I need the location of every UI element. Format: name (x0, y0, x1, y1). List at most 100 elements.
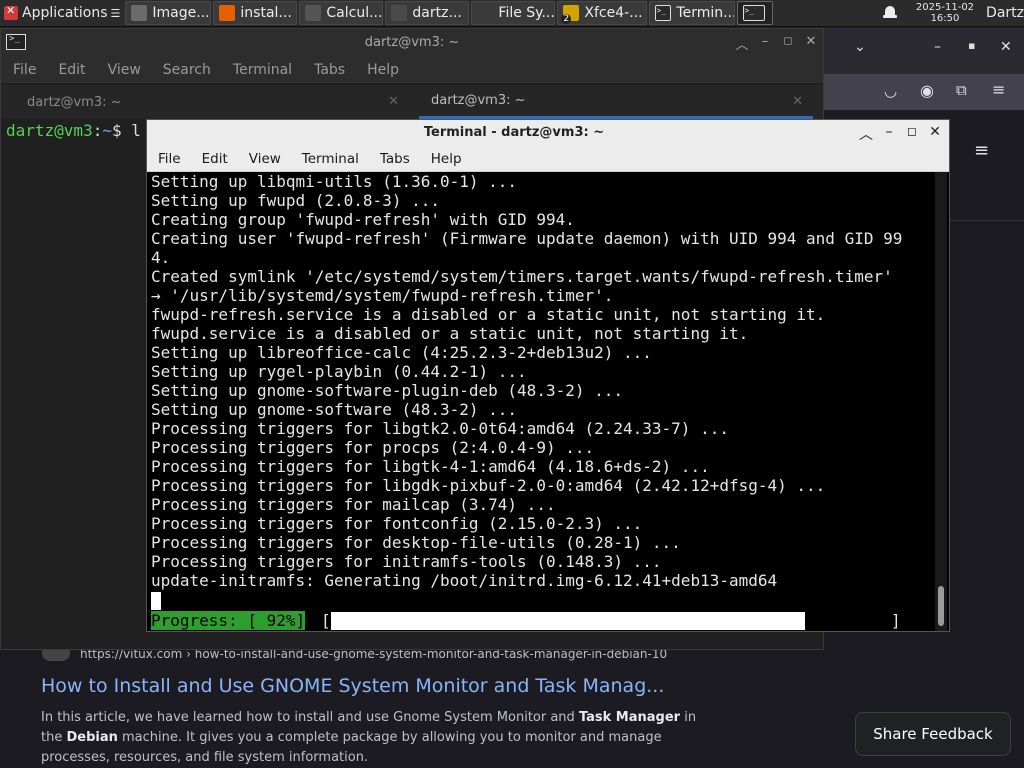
image-viewer-icon (131, 5, 148, 21)
tab-1[interactable]: dartz@vm3: ~ ✕ (1, 85, 409, 119)
output-line: Setting up fwupd (2.0.8-3) ... (151, 191, 440, 210)
tab-2[interactable]: dartz@vm3: ~ ✕ (419, 85, 813, 119)
notification-bell-icon[interactable] (882, 5, 898, 21)
star-badge-icon: 2 (561, 5, 580, 24)
clock[interactable]: 2025-11-02 16:50 (916, 2, 974, 24)
taskbar-label: dartz... (412, 5, 462, 21)
output-line: Setting up libreoffice-calc (4:25.2.3-2+… (151, 343, 652, 362)
menu-file[interactable]: File (1, 62, 46, 78)
top-panel: Applications ☰ Image... instal... Calcul..… (0, 0, 1024, 27)
search-result-title[interactable]: How to Install and Use GNOME System Moni… (41, 675, 664, 697)
menu-terminal[interactable]: Terminal (221, 62, 302, 78)
task-count-badge: 2 (561, 14, 572, 24)
menu-tabs[interactable]: Tabs (302, 62, 355, 78)
window-title: dartz@vm3: ~ (364, 35, 460, 50)
output-line: Setting up gnome-software-plugin-deb (48… (151, 381, 624, 400)
shade-icon[interactable]: ︿ (857, 124, 875, 144)
taskbar-button[interactable]: dartz... (385, 1, 470, 25)
menu-edit[interactable]: Edit (46, 62, 95, 78)
taskbar-button[interactable]: >_ (737, 1, 774, 25)
clock-time: 16:50 (930, 13, 960, 24)
progress-row: Progress: [ 92%] [ ] (151, 611, 931, 630)
terminal-output[interactable]: Setting up libqmi-utils (1.36.0-1) ... Se… (147, 172, 933, 631)
taskbar-button[interactable]: >_ Termin... (649, 1, 736, 25)
applications-icon (4, 4, 18, 20)
shade-icon[interactable]: ︿ (734, 34, 750, 53)
taskbar-button[interactable]: Image... (125, 1, 212, 25)
snippet-text: machine. It gives you a complete package… (41, 730, 662, 765)
share-feedback-button[interactable]: Share Feedback (855, 712, 1011, 756)
text-cursor (151, 592, 161, 610)
menu-bar: File Edit View Terminal Tabs Help (147, 146, 949, 172)
system-tray: 2025-11-02 16:50 Dartz (882, 0, 1024, 26)
prompt-user: dartz@vm3 (6, 121, 93, 140)
menu-bar: File Edit View Search Terminal Tabs Help (1, 57, 823, 83)
menu-edit[interactable]: Edit (191, 151, 238, 167)
pocket-icon[interactable]: ◡ (884, 82, 897, 100)
user-menu[interactable]: Dartz (986, 5, 1024, 21)
output-lines: Setting up libqmi-utils (1.36.0-1) ... Se… (151, 172, 902, 590)
menu-view[interactable]: View (96, 62, 151, 78)
snippet-text: In this article, we have learned how to … (41, 710, 579, 725)
hamburger-menu-icon[interactable]: ≡ (974, 140, 989, 161)
applications-menu[interactable]: Applications ☰ (0, 0, 122, 26)
taskbar-label: Calcul... (326, 5, 383, 21)
taskbar-button[interactable]: File Sy... (471, 1, 556, 25)
prompt-sep: : (92, 121, 103, 140)
task-list: Image... instal... Calcul... dartz... File S… (124, 1, 774, 25)
output-line: Creating group 'fwupd-refresh' with GID … (151, 210, 575, 229)
output-line: Setting up rygel-playbin (0.44.2-1) ... (151, 362, 527, 381)
menu-tabs[interactable]: Tabs (369, 151, 420, 167)
maximize-icon[interactable]: ▪ (968, 39, 975, 52)
tab-label: dartz@vm3: ~ (27, 94, 122, 110)
app-menu-icon[interactable]: ≡ (992, 80, 1005, 99)
terminal-icon: >_ (655, 5, 672, 21)
menu-search[interactable]: Search (151, 62, 221, 78)
tab-label: dartz@vm3: ~ (431, 93, 526, 108)
output-line: Processing triggers for libgdk-pixbuf-2.… (151, 476, 826, 495)
output-line: Setting up libqmi-utils (1.36.0-1) ... (151, 172, 518, 191)
output-line: Setting up gnome-software (48.3-2) ... (151, 400, 518, 419)
output-line: Processing triggers for procps (2:4.0.4-… (151, 438, 595, 457)
taskbar-label: File Sy... (498, 5, 555, 21)
minimize-icon[interactable]: – (757, 34, 773, 49)
tab-list-chevron-icon[interactable]: ⌄ (854, 39, 866, 55)
minimize-icon[interactable]: – (934, 39, 941, 55)
taskbar-label: Termin... (676, 5, 736, 21)
taskbar-label: Xfce4-... (584, 5, 643, 21)
output-line: fwupd.service is a disabled or a static … (151, 324, 749, 343)
output-line: Processing triggers for desktop-file-uti… (151, 533, 681, 552)
close-icon[interactable]: ✕ (803, 34, 819, 49)
minimize-icon[interactable]: – (880, 124, 898, 140)
extensions-icon[interactable]: ⧉ (956, 81, 967, 99)
maximize-icon[interactable]: ◻ (903, 124, 921, 138)
applications-label: Applications (22, 5, 108, 21)
window-titlebar[interactable]: Terminal - dartz@vm3: ~ ︿ – ◻ ✕ (147, 120, 949, 146)
output-line: fwupd-refresh.service is a disabled or a… (151, 305, 826, 324)
menu-help[interactable]: Help (420, 151, 472, 167)
output-line: Processing triggers for fontconfig (2.15… (151, 514, 643, 533)
output-line: Processing triggers for libgtk-4-1:amd64… (151, 457, 710, 476)
close-icon[interactable]: ✕ (1000, 39, 1012, 55)
maximize-icon[interactable]: ◻ (780, 34, 796, 47)
shell-prompt[interactable]: dartz@vm3:~$ l (6, 121, 141, 140)
menu-terminal[interactable]: Terminal (291, 151, 369, 167)
taskbar-button[interactable]: Calcul... (299, 1, 384, 25)
scrollbar-thumb[interactable] (938, 586, 944, 626)
taskbar-button[interactable]: instal... (213, 1, 298, 25)
output-line: → '/usr/lib/systemd/system/fwupd-refresh… (151, 286, 614, 305)
close-tab-icon[interactable]: ✕ (388, 94, 399, 109)
account-icon[interactable]: ◉ (920, 81, 934, 100)
menu-help[interactable]: Help (355, 62, 409, 78)
output-line: Processing triggers for libgtk2.0-0t64:a… (151, 419, 729, 438)
terminal-window: Terminal - dartz@vm3: ~ ︿ – ◻ ✕ File Edi… (146, 119, 950, 632)
close-tab-icon[interactable]: ✕ (792, 94, 803, 109)
close-icon[interactable]: ✕ (926, 124, 944, 140)
menu-file[interactable]: File (147, 151, 191, 167)
scrollbar[interactable] (935, 172, 947, 631)
output-line: update-initramfs: Generating /boot/initr… (151, 571, 778, 590)
menu-view[interactable]: View (238, 151, 291, 167)
progress-bracket-open: [ (321, 611, 331, 630)
taskbar-button[interactable]: 2 Xfce4-... (557, 1, 648, 25)
progress-label: Progress: [ 92%] (151, 611, 306, 630)
